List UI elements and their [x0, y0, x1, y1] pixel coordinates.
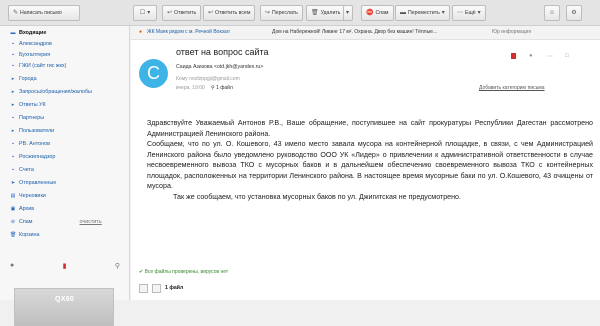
- message-body: Здравствуйте Уважаемый Антонов Р.В., Ваш…: [147, 118, 593, 202]
- sidebar-item-invoices[interactable]: ▪ Счета: [10, 167, 34, 173]
- expand-window-icon[interactable]: □: [565, 53, 569, 59]
- sidebar-item-requests[interactable]: ▸ Запросы/обращения/жалобы: [10, 89, 92, 95]
- reply-all-button[interactable]: ↩ Ответить всем: [203, 5, 256, 21]
- attachment-filter-icon[interactable]: ⚲: [115, 262, 120, 270]
- dots-icon[interactable]: ⋯: [547, 53, 553, 60]
- sidebar-item-aleksandrov[interactable]: ▪ Александров: [10, 41, 52, 47]
- promo-bar: ● ЖК Маяк рядом с м. Речной Вокзал Дом н…: [131, 26, 600, 40]
- spam-icon: ⊘: [10, 219, 16, 225]
- folder-icon: ▪: [12, 167, 14, 173]
- flag-icon[interactable]: [511, 53, 516, 59]
- folder-icon: ▪: [12, 41, 14, 47]
- attachment-thumb-icon[interactable]: [139, 284, 148, 293]
- dots-icon: ⋯: [457, 10, 463, 16]
- attachment-count[interactable]: 1 файл: [165, 285, 183, 291]
- sidebar-item-cities[interactable]: ▸ Города: [10, 76, 37, 82]
- message-view: ● ЖК Маяк рядом с м. Речной Вокзал Дом н…: [131, 26, 600, 300]
- flag-filter-icon[interactable]: ▮: [63, 262, 67, 270]
- sidebar-item-gzhi[interactable]: ▪ ГЖИ (сайт гис жкх): [10, 63, 66, 69]
- sidebar-item-trash[interactable]: 🗑 Корзина: [10, 232, 40, 238]
- attachment-thumb-icon[interactable]: [152, 284, 161, 293]
- user-icon: ☺: [548, 10, 556, 16]
- trash-icon: 🗑: [311, 10, 319, 16]
- move-button[interactable]: ▬ Переместить ▾: [395, 5, 450, 21]
- archive-icon: ▣: [10, 206, 16, 212]
- draft-icon: ▤: [10, 193, 16, 199]
- ads-label: Юр информация: [492, 29, 532, 35]
- sent-icon: ➤: [10, 180, 16, 186]
- sidebar-item-archive[interactable]: ▣ Архив: [10, 206, 34, 212]
- promo-text[interactable]: Дом на Набережной! Ливинг 17 м². Охрана.…: [272, 29, 437, 35]
- expand-icon: ▸: [11, 76, 15, 82]
- expand-icon: ▸: [11, 128, 15, 134]
- sidebar-ad-banner[interactable]: QX60: [14, 288, 114, 326]
- add-category-link[interactable]: Добавить категорию письма: [479, 85, 545, 91]
- settings-button[interactable]: ⚙: [566, 5, 582, 21]
- folder-icon: ▪: [12, 63, 14, 69]
- message-sender[interactable]: Саида Азизова <otd.jkh@yandex.ru>: [176, 64, 263, 70]
- body-paragraph: Здравствуйте Уважаемый Антонов Р.В., Ваш…: [147, 119, 593, 138]
- expand-icon: ▸: [11, 89, 15, 95]
- chevron-down-icon: ▾: [477, 10, 481, 16]
- sidebar-item-rv-antonov[interactable]: ▪ РВ. Антонов: [10, 141, 50, 147]
- promo-link[interactable]: ЖК Маяк рядом с м. Речной Вокзал: [147, 29, 230, 35]
- select-all-checkbox[interactable]: ☐ ▾: [133, 5, 157, 21]
- paperclip-icon: ⚲: [211, 85, 215, 91]
- body-paragraph: Так же сообщаем, что установка мусорных …: [173, 192, 461, 201]
- trash-icon: 🗑: [10, 232, 17, 238]
- chevron-down-icon: ▾: [346, 10, 350, 16]
- check-icon: ✔: [139, 269, 144, 275]
- sidebar-item-roszhilnadzor[interactable]: ▪ Росжилнадзор: [10, 154, 55, 160]
- folder-icon: ▪: [12, 154, 14, 160]
- delete-dropdown-button[interactable]: ▾: [343, 5, 353, 21]
- sidebar: ▬ Входящие ▪ Александров ▪ Бухгалтерия ▪…: [0, 26, 130, 326]
- sidebar-quick-filters: ● ▮ ⚲: [10, 262, 120, 270]
- gear-icon: ⚙: [571, 10, 577, 16]
- forward-icon: ↪: [265, 10, 271, 16]
- folder-icon: ▪: [12, 115, 14, 121]
- pencil-icon: ✎: [13, 10, 19, 16]
- virus-check-status: ✔ Все файлы проверены, вирусов нет: [139, 269, 229, 275]
- attachment-thumbnails: [139, 284, 161, 293]
- sidebar-item-uk-answers[interactable]: ▸ Ответы УК: [10, 102, 46, 108]
- sidebar-item-partners[interactable]: ▪ Партнеры: [10, 115, 44, 121]
- message-recipient: Кому noofzppgji@gmail.com: [176, 76, 240, 82]
- more-button[interactable]: ⋯ Ещё ▾: [452, 5, 486, 21]
- message-date: вчера, 19:00: [176, 85, 205, 91]
- clear-spam-link[interactable]: очистить: [80, 219, 102, 225]
- sidebar-item-inbox[interactable]: ▬ Входящие: [10, 30, 47, 36]
- circle-icon[interactable]: ●: [529, 53, 533, 59]
- message-subject: ответ на вопрос сайта: [176, 47, 269, 57]
- folder-icon: ▪: [12, 52, 14, 58]
- compose-button[interactable]: ✎ Написать письмо: [8, 5, 80, 21]
- expand-icon: ▸: [11, 102, 15, 108]
- sidebar-item-users[interactable]: ▸ Пользователи: [10, 128, 54, 134]
- forward-button[interactable]: ↪ Переслать: [260, 5, 303, 21]
- spam-icon: ⛔: [366, 10, 374, 16]
- reply-all-icon: ↩: [208, 10, 214, 16]
- sidebar-item-sent[interactable]: ➤ Отправленные: [10, 180, 56, 186]
- checkbox-icon: ☐: [139, 10, 146, 16]
- unread-filter-icon[interactable]: ●: [10, 262, 14, 270]
- chevron-down-icon: ▾: [147, 10, 151, 16]
- spam-button[interactable]: ⛔ Спам: [361, 5, 394, 21]
- reply-button[interactable]: ↩ Ответить: [162, 5, 202, 21]
- sidebar-item-drafts[interactable]: ▤ Черновики: [10, 193, 46, 199]
- top-toolbar: ✎ Написать письмо ☐ ▾ ↩ Ответить ↩ Ответ…: [0, 0, 600, 26]
- reply-icon: ↩: [167, 10, 173, 16]
- user-button[interactable]: ☺: [544, 5, 560, 21]
- message-files-link[interactable]: ⚲ 1 файл: [211, 85, 233, 91]
- folder-icon: ▬: [400, 10, 406, 16]
- promo-icon: ●: [139, 29, 143, 35]
- inbox-icon: ▬: [10, 30, 16, 36]
- sidebar-item-spam[interactable]: ⊘ Спам очистить: [10, 219, 102, 225]
- body-paragraph: Сообщаем, что по ул. О. Кошевого, 43 име…: [147, 140, 593, 190]
- sidebar-item-accounting[interactable]: ▪ Бухгалтерия: [10, 52, 50, 58]
- sender-avatar: С: [139, 59, 168, 88]
- folder-icon: ▪: [12, 141, 14, 147]
- delete-button[interactable]: 🗑 Удалить: [306, 5, 346, 21]
- chevron-down-icon: ▾: [441, 10, 445, 16]
